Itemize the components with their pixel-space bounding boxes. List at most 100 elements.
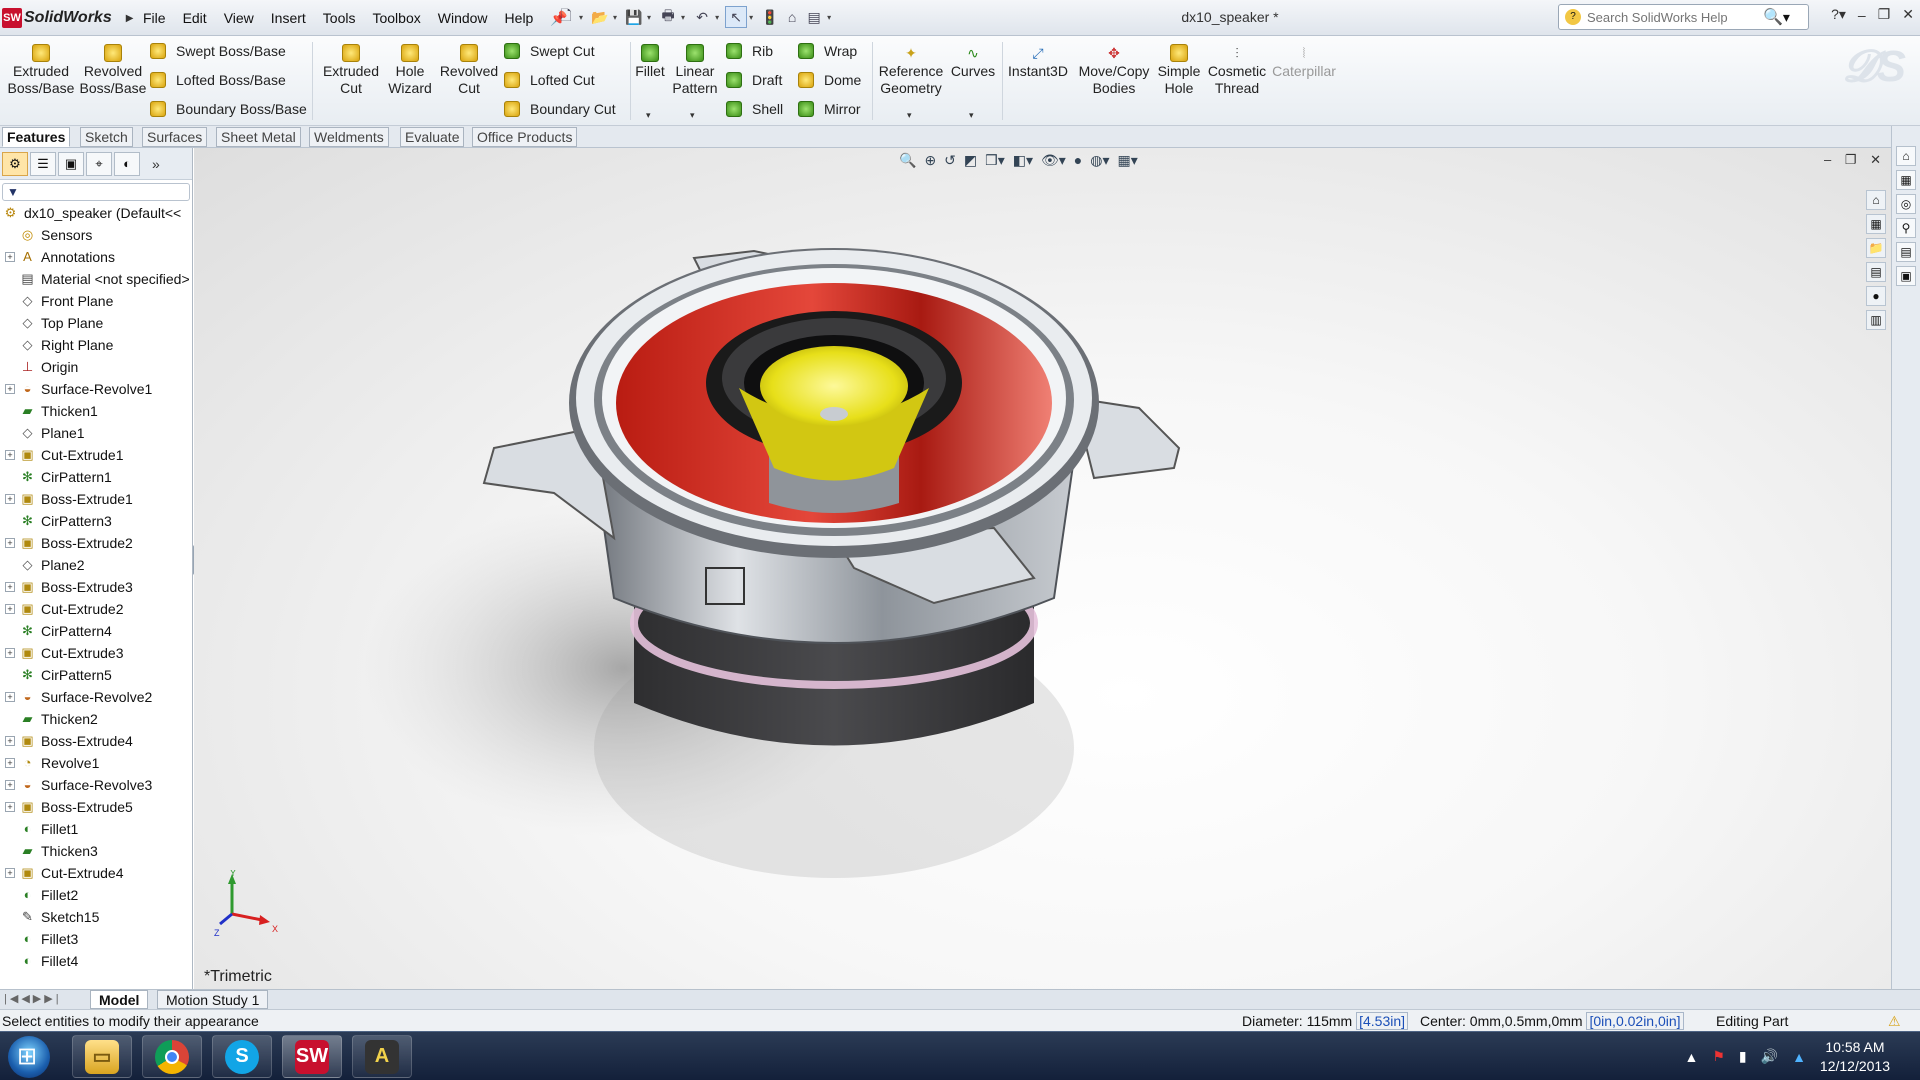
feature-tree-item[interactable]: + A Annotations <box>0 246 190 268</box>
feature-tree-item[interactable]: + ▣ Cut-Extrude2 <box>0 598 190 620</box>
save-icon[interactable]: 💾 <box>623 6 645 28</box>
view-palette-icon[interactable]: ▤ <box>1866 262 1886 282</box>
task-pane-library-icon[interactable]: ▦ <box>1896 170 1916 190</box>
taskbar-autocad[interactable]: A <box>352 1035 412 1078</box>
tab-weldments[interactable]: Weldments <box>309 127 389 147</box>
tab-surfaces[interactable]: Surfaces <box>142 127 208 147</box>
save-dropdown-icon[interactable]: ▾ <box>647 13 651 22</box>
logo-arrow-icon[interactable]: ▶ <box>126 13 134 24</box>
revolved-boss-base-button[interactable]: Revolved Boss/Base <box>78 44 148 97</box>
open-folder-icon[interactable]: 📂 <box>589 6 611 28</box>
display-manager-tab-icon[interactable]: ◐ <box>114 151 140 176</box>
close-icon[interactable]: ✕ <box>1902 6 1914 23</box>
feature-tree-item[interactable]: ◎ Sensors <box>0 224 190 246</box>
tab-features[interactable]: Features <box>2 127 71 147</box>
tab-scroll-arrows-icon[interactable]: |◀◀▶▶| <box>4 992 62 1005</box>
taskbar-chrome[interactable] <box>142 1035 202 1078</box>
feature-tree-item[interactable]: ◐ Fillet3 <box>0 928 190 950</box>
design-library-icon[interactable]: ▦ <box>1866 214 1886 234</box>
revolved-cut-button[interactable]: Revolved Cut <box>436 44 502 97</box>
appearances-icon[interactable]: ● <box>1866 286 1886 306</box>
expand-toggle-icon[interactable]: + <box>5 692 15 702</box>
rib-button[interactable]: Rib <box>726 40 773 62</box>
pattern-dropdown-icon[interactable]: ▾ <box>690 110 695 121</box>
file-explorer-icon[interactable]: 📁 <box>1866 238 1886 258</box>
simple-hole-button[interactable]: Simple Hole <box>1154 44 1204 97</box>
options-icon[interactable]: ▤ <box>803 6 825 28</box>
feature-tree-item[interactable]: + ◒ Surface-Revolve2 <box>0 686 190 708</box>
taskbar-solidworks[interactable]: SW <box>282 1035 342 1078</box>
new-dropdown-icon[interactable]: ▾ <box>579 13 583 22</box>
feature-manager-tab-icon[interactable]: ⚙ <box>2 151 28 176</box>
minimize-icon[interactable]: – <box>1858 7 1866 23</box>
reference-geometry-button[interactable]: ✦ Reference Geometry <box>876 44 946 97</box>
menu-edit[interactable]: Edit <box>183 10 207 26</box>
fillet-dropdown-icon[interactable]: ▾ <box>646 110 651 121</box>
feature-tree-item[interactable]: ◇ Top Plane <box>0 312 190 334</box>
menu-help[interactable]: Help <box>505 10 534 26</box>
search-dropdown-icon[interactable]: ▾ <box>1783 9 1790 26</box>
tab-sketch[interactable]: Sketch <box>80 127 133 147</box>
expand-toggle-icon[interactable]: + <box>5 648 15 658</box>
volume-icon[interactable]: 🔊 <box>1761 1048 1778 1065</box>
feature-tree-item[interactable]: ◇ Plane1 <box>0 422 190 444</box>
feature-tree-item[interactable]: ◇ Front Plane <box>0 290 190 312</box>
menu-view[interactable]: View <box>224 10 254 26</box>
feature-tree-item[interactable]: + ▣ Boss-Extrude1 <box>0 488 190 510</box>
task-pane-search-icon[interactable]: ⚲ <box>1896 218 1916 238</box>
shell-button[interactable]: Shell <box>726 98 783 120</box>
menu-toolbox[interactable]: Toolbox <box>372 10 420 26</box>
new-document-icon[interactable]: 🗋 <box>555 6 577 28</box>
feature-tree-item[interactable]: + ▣ Boss-Extrude2 <box>0 532 190 554</box>
feature-tree-item[interactable]: ◇ Plane2 <box>0 554 190 576</box>
feature-tree-item[interactable]: ✻ CirPattern1 <box>0 466 190 488</box>
reference-geometry-dropdown-icon[interactable]: ▾ <box>907 110 912 121</box>
taskbar-skype[interactable]: S <box>212 1035 272 1078</box>
expand-toggle-icon[interactable]: + <box>5 252 15 262</box>
options-dropdown-icon[interactable]: ▾ <box>827 13 831 22</box>
restore-icon[interactable]: ❐ <box>1878 6 1891 23</box>
rebuild-status-icon[interactable]: ⚠ <box>1888 1013 1901 1030</box>
tab-model[interactable]: Model <box>90 990 149 1009</box>
feature-tree-item[interactable]: + ▣ Boss-Extrude5 <box>0 796 190 818</box>
feature-tree-item[interactable]: ◐ Fillet4 <box>0 950 190 972</box>
menu-file[interactable]: File <box>143 10 166 26</box>
wrap-button[interactable]: Wrap <box>798 40 857 62</box>
swept-boss-base-button[interactable]: Swept Boss/Base <box>150 40 286 62</box>
expand-toggle-icon[interactable]: + <box>5 802 15 812</box>
expand-toggle-icon[interactable]: + <box>5 736 15 746</box>
tab-sheet-metal[interactable]: Sheet Metal <box>216 127 301 147</box>
move-copy-bodies-button[interactable]: ✥ Move/Copy Bodies <box>1076 44 1152 97</box>
feature-tree-item[interactable]: + ▣ Cut-Extrude1 <box>0 444 190 466</box>
feature-tree-item[interactable]: ⚙ dx10_speaker (Default<< <box>0 202 190 224</box>
dimxpert-tab-icon[interactable]: ⌖ <box>86 151 112 176</box>
print-icon[interactable]: 🖶 <box>657 6 679 28</box>
custom-properties-icon[interactable]: ▥ <box>1866 310 1886 330</box>
feature-tree-item[interactable]: ✻ CirPattern3 <box>0 510 190 532</box>
expand-toggle-icon[interactable]: + <box>5 384 15 394</box>
show-hidden-icons-icon[interactable]: ▲ <box>1684 1049 1698 1065</box>
speaker-model[interactable] <box>194 148 1891 989</box>
menu-insert[interactable]: Insert <box>271 10 306 26</box>
instant3d-button[interactable]: ⤢ Instant3D <box>1006 44 1070 80</box>
feature-tree-item[interactable]: ▰ Thicken2 <box>0 708 190 730</box>
feature-tree-item[interactable]: ◐ Fillet1 <box>0 818 190 840</box>
expand-toggle-icon[interactable]: + <box>5 604 15 614</box>
extruded-boss-base-button[interactable]: Extruded Boss/Base <box>6 44 76 97</box>
search-icon[interactable]: 🔍 <box>1763 7 1783 27</box>
tab-motion-study-1[interactable]: Motion Study 1 <box>157 990 269 1009</box>
start-button[interactable] <box>8 1036 50 1078</box>
property-manager-tab-icon[interactable]: ☰ <box>30 151 56 176</box>
swept-cut-button[interactable]: Swept Cut <box>504 40 595 62</box>
feature-tree-item[interactable]: ◐ Fillet2 <box>0 884 190 906</box>
mirror-button[interactable]: Mirror <box>798 98 861 120</box>
expand-toggle-icon[interactable]: + <box>5 494 15 504</box>
feature-tree-item[interactable]: + ▣ Cut-Extrude4 <box>0 862 190 884</box>
expand-toggle-icon[interactable]: + <box>5 780 15 790</box>
configuration-manager-tab-icon[interactable]: ▣ <box>58 151 84 176</box>
feature-tree-item[interactable]: + ◒ Surface-Revolve3 <box>0 774 190 796</box>
feature-tree-item[interactable]: ◇ Right Plane <box>0 334 190 356</box>
curves-dropdown-icon[interactable]: ▾ <box>969 110 974 121</box>
tab-evaluate[interactable]: Evaluate <box>400 127 465 147</box>
google-drive-icon[interactable]: ▲ <box>1792 1049 1806 1065</box>
